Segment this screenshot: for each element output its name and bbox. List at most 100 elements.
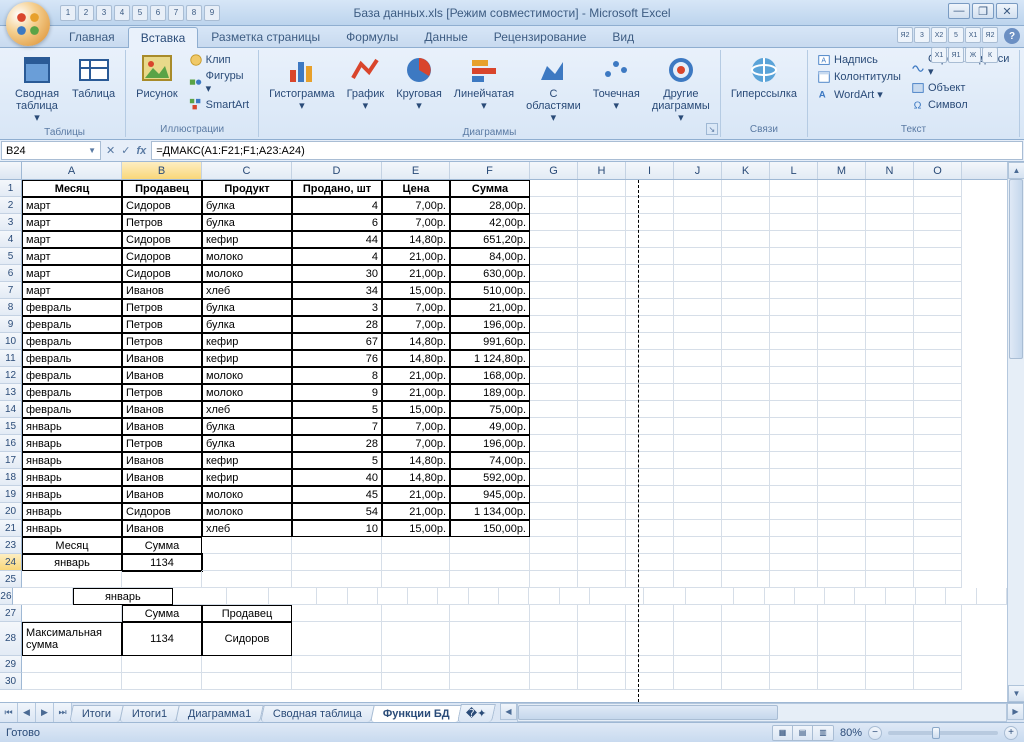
cell[interactable]: 1 124,80р.	[450, 350, 530, 367]
cell[interactable]	[450, 622, 530, 656]
cell[interactable]	[914, 673, 962, 690]
cell[interactable]	[202, 656, 292, 673]
qat-item[interactable]: Х1	[965, 27, 981, 43]
ribbon-button[interactable]: AНадпись	[814, 52, 904, 68]
cell[interactable]	[530, 299, 578, 316]
cell[interactable]: Иванов	[122, 486, 202, 503]
cell[interactable]: Петров	[122, 435, 202, 452]
cell[interactable]	[866, 350, 914, 367]
cell[interactable]	[914, 656, 962, 673]
ribbon-button[interactable]: Гистограмма▾	[265, 52, 339, 114]
cell[interactable]	[450, 554, 530, 571]
cell[interactable]	[914, 554, 962, 571]
cell[interactable]: 150,00р.	[450, 520, 530, 537]
cell[interactable]: февраль	[22, 299, 122, 316]
cell[interactable]: январь	[22, 503, 122, 520]
cell[interactable]	[818, 571, 866, 588]
cell[interactable]: Петров	[122, 333, 202, 350]
cell[interactable]	[202, 537, 292, 554]
cell[interactable]	[450, 605, 530, 622]
cell[interactable]	[626, 452, 674, 469]
cell[interactable]	[578, 333, 626, 350]
cell[interactable]	[13, 588, 73, 605]
cell[interactable]	[530, 248, 578, 265]
normal-view-button[interactable]: ▦	[773, 726, 793, 740]
cell[interactable]	[770, 350, 818, 367]
cell[interactable]: 14,80р.	[382, 452, 450, 469]
cell[interactable]: 945,00р.	[450, 486, 530, 503]
cell[interactable]	[674, 452, 722, 469]
cell[interactable]	[530, 452, 578, 469]
cell[interactable]: 49,00р.	[450, 418, 530, 435]
cell[interactable]: булка	[202, 197, 292, 214]
cell[interactable]	[578, 469, 626, 486]
help-button[interactable]: ?	[1004, 28, 1020, 44]
ribbon-button[interactable]: Точечная▾	[589, 52, 644, 114]
ribbon-tab[interactable]: Данные	[411, 26, 480, 47]
cell[interactable]	[378, 588, 408, 605]
cell[interactable]	[674, 469, 722, 486]
qat-item[interactable]: 2	[78, 5, 94, 21]
cell[interactable]	[674, 350, 722, 367]
cell[interactable]	[722, 180, 770, 197]
cell[interactable]	[722, 367, 770, 384]
cell[interactable]: 21,00р.	[382, 248, 450, 265]
cell[interactable]	[914, 282, 962, 299]
cell[interactable]	[722, 656, 770, 673]
qat-item[interactable]: 6	[150, 5, 166, 21]
cell[interactable]	[818, 537, 866, 554]
cell[interactable]: февраль	[22, 401, 122, 418]
cell[interactable]	[626, 554, 674, 571]
cell[interactable]	[530, 554, 578, 571]
row-header[interactable]: 24	[0, 554, 22, 571]
cell[interactable]	[530, 622, 578, 656]
cell[interactable]: кефир	[202, 469, 292, 486]
cell[interactable]: Иванов	[122, 401, 202, 418]
cell[interactable]	[818, 622, 866, 656]
cell[interactable]: март	[22, 197, 122, 214]
cell[interactable]	[674, 248, 722, 265]
sheet-prev-button[interactable]: ◀	[18, 703, 36, 722]
ribbon-button[interactable]: Объект	[908, 80, 1013, 96]
cell[interactable]	[674, 656, 722, 673]
cell[interactable]	[578, 486, 626, 503]
cell[interactable]: булка	[202, 299, 292, 316]
cell[interactable]	[914, 435, 962, 452]
cell[interactable]	[626, 622, 674, 656]
cell[interactable]	[626, 435, 674, 452]
cell[interactable]: Сидоров	[122, 265, 202, 282]
cell[interactable]	[722, 673, 770, 690]
cell[interactable]: 21,00р.	[382, 265, 450, 282]
cell[interactable]: февраль	[22, 384, 122, 401]
cell[interactable]	[818, 401, 866, 418]
cell[interactable]	[818, 180, 866, 197]
cell[interactable]	[770, 231, 818, 248]
cell[interactable]	[674, 316, 722, 333]
cell[interactable]: 15,00р.	[382, 401, 450, 418]
cell[interactable]	[818, 503, 866, 520]
cell[interactable]	[578, 299, 626, 316]
cell[interactable]	[578, 367, 626, 384]
cell[interactable]	[722, 486, 770, 503]
cell[interactable]	[578, 520, 626, 537]
cell[interactable]: Иванов	[122, 452, 202, 469]
cell[interactable]: январь	[22, 435, 122, 452]
cell[interactable]	[866, 180, 914, 197]
cell[interactable]: январь	[22, 554, 122, 571]
cell[interactable]	[626, 656, 674, 673]
cell[interactable]	[914, 401, 962, 418]
cell[interactable]	[818, 520, 866, 537]
dialog-launcher[interactable]: ↘	[706, 123, 718, 135]
cell[interactable]	[530, 520, 578, 537]
cell[interactable]	[674, 214, 722, 231]
column-header[interactable]: F	[450, 162, 530, 179]
qat-item[interactable]: 5	[948, 27, 964, 43]
cell[interactable]	[626, 418, 674, 435]
cell[interactable]	[722, 452, 770, 469]
cell[interactable]: 15,00р.	[382, 282, 450, 299]
cell[interactable]	[530, 418, 578, 435]
cell[interactable]	[626, 401, 674, 418]
row-header[interactable]: 29	[0, 656, 22, 673]
qat-item[interactable]: Я2	[897, 27, 913, 43]
cell[interactable]	[914, 197, 962, 214]
